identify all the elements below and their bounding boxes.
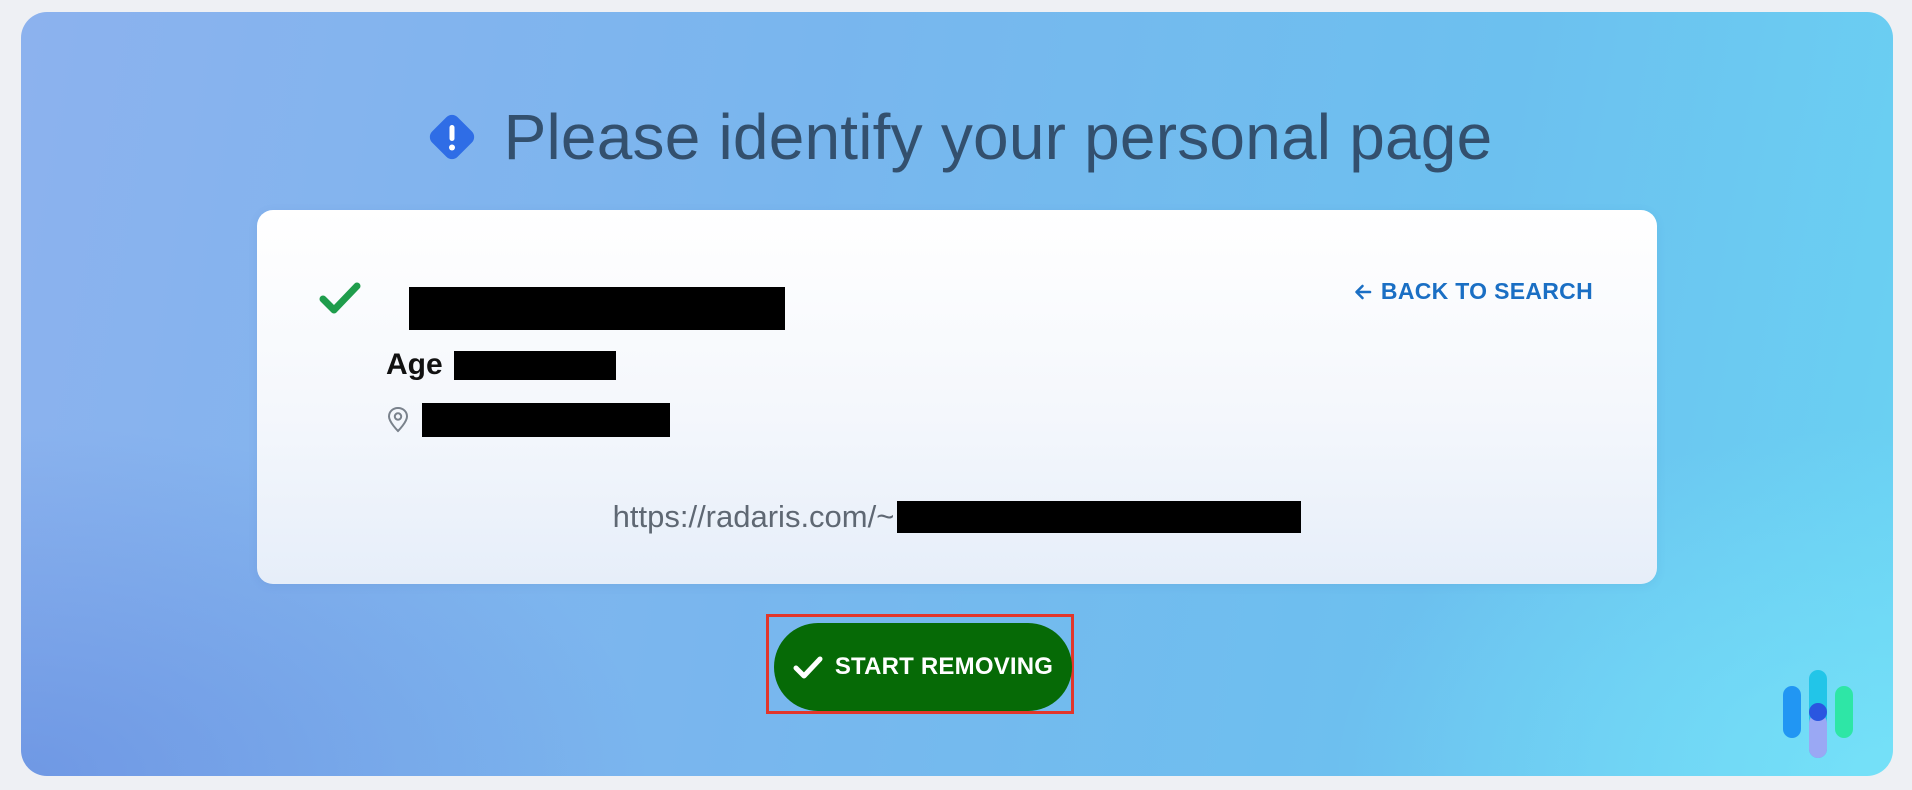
profile-url: https://radaris.com/~	[612, 499, 895, 534]
start-removing-button[interactable]: START REMOVING	[774, 623, 1072, 711]
map-pin-icon	[386, 406, 410, 434]
profile-card: BACK TO SEARCH Age https://radaris.com/~	[257, 210, 1657, 584]
age-label: Age	[386, 348, 443, 381]
bars-logo-icon	[1781, 670, 1857, 758]
redacted-location	[422, 403, 670, 437]
redacted-url-path	[897, 501, 1302, 533]
back-to-search-label: BACK TO SEARCH	[1380, 278, 1593, 304]
arrow-left-icon	[1355, 284, 1372, 299]
back-to-search-link[interactable]: BACK TO SEARCH	[1353, 278, 1593, 305]
alert-diamond-icon	[422, 107, 482, 167]
start-removing-label: START REMOVING	[834, 653, 1054, 680]
age-row: Age	[386, 347, 616, 383]
main-panel: Please identify your personal page BACK …	[21, 12, 1893, 776]
location-row	[386, 400, 670, 440]
redacted-age	[453, 350, 616, 380]
redacted-name	[409, 287, 785, 330]
page-header: Please identify your personal page	[21, 92, 1893, 182]
profile-url-row: https://radaris.com/~	[257, 497, 1657, 537]
check-icon	[793, 656, 823, 679]
page-title: Please identify your personal page	[503, 101, 1493, 173]
checkmark-icon	[319, 280, 361, 316]
